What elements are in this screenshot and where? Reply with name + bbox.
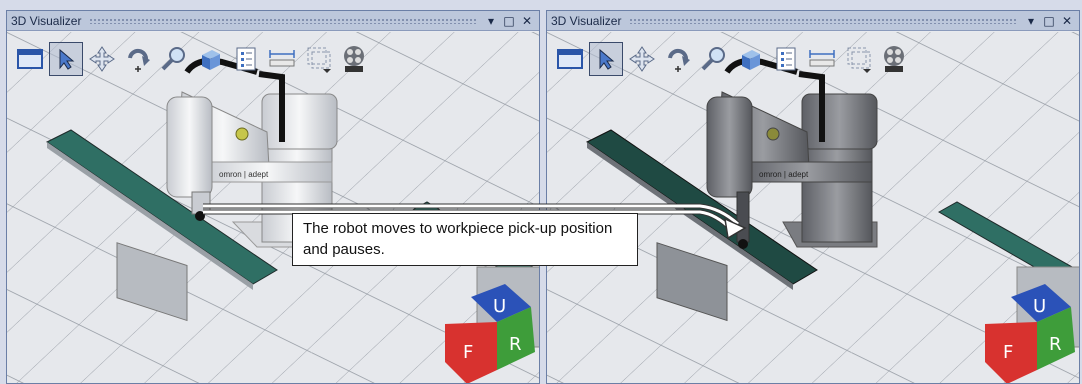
cube-left-label: F bbox=[463, 342, 473, 363]
left-panel-titlebar[interactable]: 3D Visualizer ▾ □ ✕ bbox=[7, 11, 539, 31]
zoom-icon[interactable] bbox=[157, 42, 191, 76]
left-3d-viewport[interactable]: omron | adept U F R bbox=[7, 32, 539, 383]
edit-properties-icon[interactable] bbox=[229, 42, 263, 76]
edit-properties-icon[interactable] bbox=[769, 42, 803, 76]
left-toolbar bbox=[13, 41, 371, 77]
select-arrow-icon[interactable] bbox=[589, 42, 623, 76]
dropdown-icon[interactable]: ▾ bbox=[1025, 14, 1037, 28]
zoom-icon[interactable] bbox=[697, 42, 731, 76]
title-grip[interactable] bbox=[89, 17, 477, 24]
pan-move-icon[interactable] bbox=[625, 42, 659, 76]
rotate-icon[interactable] bbox=[661, 42, 695, 76]
cube-left-label: F bbox=[1003, 342, 1013, 363]
select-arrow-icon[interactable] bbox=[49, 42, 83, 76]
robot-brand-label: omron | adept bbox=[219, 170, 269, 179]
pan-move-icon[interactable] bbox=[85, 42, 119, 76]
view-cube-dropdown-icon[interactable] bbox=[301, 42, 335, 76]
measure-icon[interactable] bbox=[265, 42, 299, 76]
cube-right-label: R bbox=[1049, 334, 1062, 355]
right-toolbar bbox=[553, 41, 911, 77]
right-panel-titlebar[interactable]: 3D Visualizer ▾ □ ✕ bbox=[547, 11, 1079, 31]
maximize-icon[interactable]: □ bbox=[1043, 14, 1055, 28]
close-icon[interactable]: ✕ bbox=[521, 14, 533, 28]
view-cube-dropdown-icon[interactable] bbox=[841, 42, 875, 76]
view-window-icon[interactable] bbox=[553, 42, 587, 76]
record-film-icon[interactable] bbox=[337, 42, 371, 76]
cube-right-label: R bbox=[509, 334, 522, 355]
right-visualizer-panel: 3D Visualizer ▾ □ ✕ omron | adept U F R bbox=[546, 10, 1080, 384]
cube-top-label: U bbox=[493, 296, 506, 317]
left-visualizer-panel: 3D Visualizer ▾ □ ✕ omron | adept U F R bbox=[6, 10, 540, 384]
close-icon[interactable]: ✕ bbox=[1061, 14, 1073, 28]
3d-object-icon[interactable] bbox=[193, 42, 227, 76]
view-window-icon[interactable] bbox=[13, 42, 47, 76]
cube-top-label: U bbox=[1033, 296, 1046, 317]
3d-object-icon[interactable] bbox=[733, 42, 767, 76]
rotate-icon[interactable] bbox=[121, 42, 155, 76]
left-panel-title: 3D Visualizer bbox=[11, 13, 82, 28]
dropdown-icon[interactable]: ▾ bbox=[485, 14, 497, 28]
title-grip[interactable] bbox=[629, 17, 1017, 24]
right-3d-viewport[interactable]: omron | adept U F R bbox=[547, 32, 1079, 383]
step-callout: The robot moves to workpiece pick-up pos… bbox=[292, 213, 638, 266]
robot-brand-label: omron | adept bbox=[759, 170, 809, 179]
record-film-icon[interactable] bbox=[877, 42, 911, 76]
maximize-icon[interactable]: □ bbox=[503, 14, 515, 28]
measure-icon[interactable] bbox=[805, 42, 839, 76]
right-panel-title: 3D Visualizer bbox=[551, 13, 622, 28]
